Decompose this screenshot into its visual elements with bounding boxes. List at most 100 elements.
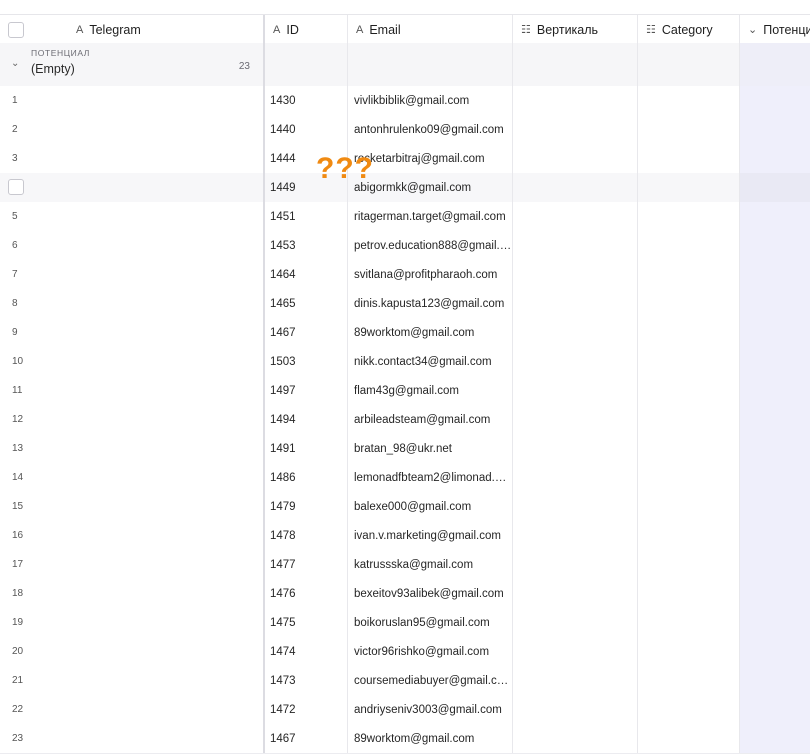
cell-email[interactable]: ivan.v.marketing@gmail.com [348, 521, 513, 550]
cell-vertical[interactable] [513, 173, 638, 202]
cell-category[interactable] [638, 318, 740, 347]
cell-category[interactable] [638, 666, 740, 695]
cell-potential[interactable] [740, 260, 810, 289]
cell-vertical[interactable] [513, 666, 638, 695]
cell-vertical[interactable] [513, 492, 638, 521]
cell-email[interactable]: coursemediabuyer@gmail.com [348, 666, 513, 695]
cell-category[interactable] [638, 637, 740, 666]
column-header-category[interactable]: ☷ Category [638, 15, 740, 44]
cell-telegram[interactable]: 6 [0, 231, 265, 260]
cell-potential[interactable] [740, 579, 810, 608]
cell-potential[interactable] [740, 202, 810, 231]
cell-category[interactable] [638, 231, 740, 260]
table-row[interactable]: 19 1475 boikoruslan95@gmail.com [0, 608, 810, 638]
cell-telegram[interactable] [0, 173, 265, 202]
cell-vertical[interactable] [513, 318, 638, 347]
cell-id[interactable]: 1453 [265, 231, 348, 260]
cell-telegram[interactable]: 22 [0, 695, 265, 724]
cell-email[interactable]: nikk.contact34@gmail.com [348, 347, 513, 376]
cell-telegram[interactable]: 18 [0, 579, 265, 608]
cell-vertical[interactable] [513, 695, 638, 724]
cell-category[interactable] [638, 115, 740, 144]
cell-telegram[interactable]: 14 [0, 463, 265, 492]
cell-telegram[interactable]: 13 [0, 434, 265, 463]
cell-telegram[interactable]: 8 [0, 289, 265, 318]
cell-potential[interactable] [740, 144, 810, 173]
cell-vertical[interactable] [513, 289, 638, 318]
cell-potential[interactable] [740, 724, 810, 753]
cell-vertical[interactable] [513, 376, 638, 405]
cell-category[interactable] [638, 463, 740, 492]
cell-category[interactable] [638, 492, 740, 521]
cell-category[interactable] [638, 608, 740, 637]
cell-potential[interactable] [740, 405, 810, 434]
cell-id[interactable]: 1440 [265, 115, 348, 144]
table-row[interactable]: 1 1430 vivlikbiblik@gmail.com [0, 86, 810, 116]
cell-telegram[interactable]: 17 [0, 550, 265, 579]
cell-email[interactable]: flam43g@gmail.com [348, 376, 513, 405]
cell-category[interactable] [638, 550, 740, 579]
cell-id[interactable]: 1467 [265, 318, 348, 347]
cell-potential[interactable] [740, 695, 810, 724]
cell-potential[interactable] [740, 608, 810, 637]
cell-vertical[interactable] [513, 637, 638, 666]
cell-telegram[interactable]: 2 [0, 115, 265, 144]
cell-id[interactable]: 1491 [265, 434, 348, 463]
cell-potential[interactable] [740, 434, 810, 463]
cell-email[interactable]: andriyseniv3003@gmail.com [348, 695, 513, 724]
cell-telegram[interactable]: 10 [0, 347, 265, 376]
cell-category[interactable] [638, 202, 740, 231]
table-row[interactable]: 2 1440 antonhrulenko09@gmail.com [0, 115, 810, 145]
cell-telegram[interactable]: 20 [0, 637, 265, 666]
cell-vertical[interactable] [513, 608, 638, 637]
cell-vertical[interactable] [513, 115, 638, 144]
cell-email[interactable]: boikoruslan95@gmail.com [348, 608, 513, 637]
row-select-checkbox[interactable] [8, 179, 24, 195]
group-header[interactable]: ⌄ ПОТЕНЦИАЛ (Empty) 23 [0, 43, 810, 87]
cell-id[interactable]: 1478 [265, 521, 348, 550]
cell-category[interactable] [638, 86, 740, 115]
cell-category[interactable] [638, 376, 740, 405]
cell-telegram[interactable]: 11 [0, 376, 265, 405]
column-header-vertical[interactable]: ☷ Вертикаль [513, 15, 638, 44]
cell-potential[interactable] [740, 115, 810, 144]
cell-telegram[interactable]: 5 [0, 202, 265, 231]
table-row[interactable]: 15 1479 balexe000@gmail.com [0, 492, 810, 522]
cell-email[interactable]: balexe000@gmail.com [348, 492, 513, 521]
cell-email[interactable]: vivlikbiblik@gmail.com [348, 86, 513, 115]
cell-id[interactable]: 1464 [265, 260, 348, 289]
cell-vertical[interactable] [513, 405, 638, 434]
cell-id[interactable]: 1430 [265, 86, 348, 115]
cell-id[interactable]: 1473 [265, 666, 348, 695]
cell-email[interactable]: ritagerman.target@gmail.com [348, 202, 513, 231]
cell-id[interactable]: 1475 [265, 608, 348, 637]
table-row[interactable]: 9 1467 89worktom@gmail.com [0, 318, 810, 348]
table-row[interactable]: 20 1474 victor96rishko@gmail.com [0, 637, 810, 667]
chevron-down-icon[interactable]: ⌄ [11, 58, 19, 69]
cell-telegram[interactable]: 19 [0, 608, 265, 637]
table-row[interactable]: 10 1503 nikk.contact34@gmail.com [0, 347, 810, 377]
table-row[interactable]: 11 1497 flam43g@gmail.com [0, 376, 810, 406]
cell-potential[interactable] [740, 86, 810, 115]
cell-email[interactable]: antonhrulenko09@gmail.com [348, 115, 513, 144]
cell-telegram[interactable]: 15 [0, 492, 265, 521]
cell-telegram[interactable]: 21 [0, 666, 265, 695]
cell-potential[interactable] [740, 550, 810, 579]
column-header-email[interactable]: A Email [348, 15, 513, 44]
cell-telegram[interactable]: 16 [0, 521, 265, 550]
cell-email[interactable]: victor96rishko@gmail.com [348, 637, 513, 666]
cell-id[interactable]: 1474 [265, 637, 348, 666]
column-header-telegram[interactable]: A Telegram [0, 15, 265, 44]
cell-potential[interactable] [740, 289, 810, 318]
cell-email[interactable]: 89worktom@gmail.com [348, 318, 513, 347]
cell-potential[interactable] [740, 492, 810, 521]
cell-category[interactable] [638, 695, 740, 724]
cell-email[interactable]: petrov.education888@gmail.com [348, 231, 513, 260]
cell-vertical[interactable] [513, 550, 638, 579]
cell-vertical[interactable] [513, 521, 638, 550]
table-row[interactable]: 5 1451 ritagerman.target@gmail.com [0, 202, 810, 232]
select-all-checkbox[interactable] [8, 22, 24, 38]
cell-telegram[interactable]: 12 [0, 405, 265, 434]
table-row[interactable]: 16 1478 ivan.v.marketing@gmail.com [0, 521, 810, 551]
table-row[interactable]: 18 1476 bexeitov93alibek@gmail.com [0, 579, 810, 609]
